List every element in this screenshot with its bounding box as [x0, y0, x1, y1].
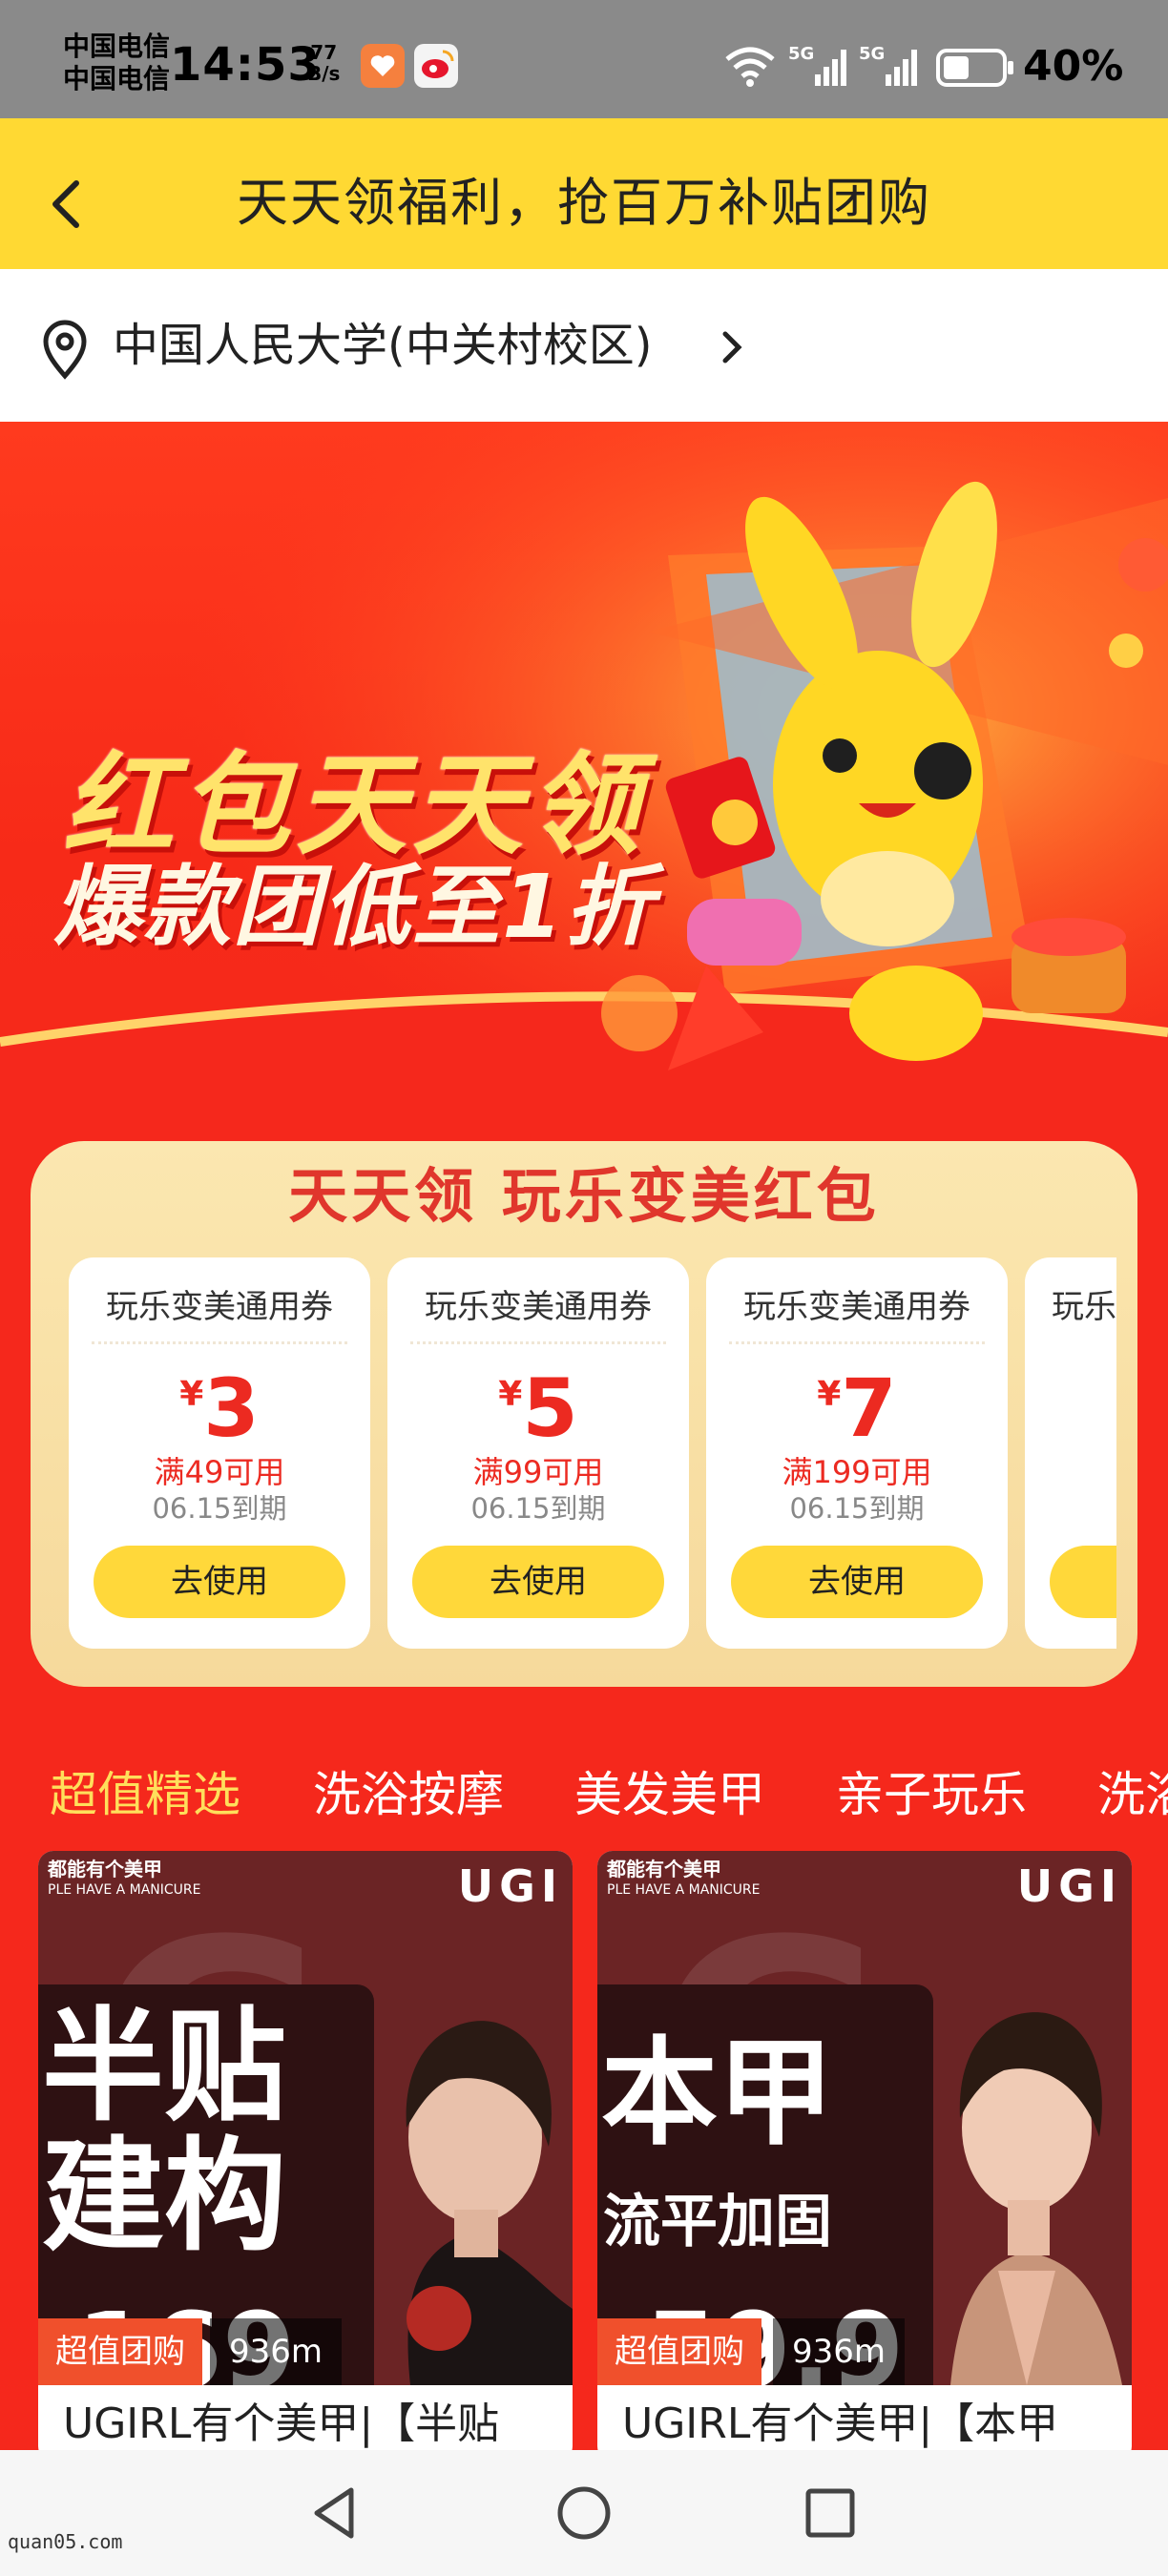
coupon-card[interactable]: 玩乐变美通用券 ¥5 满99可用 06.15到期 去使用 [387, 1257, 689, 1649]
tab-value-picks[interactable]: 超值精选 [50, 1761, 240, 1828]
coupon-card[interactable]: 玩乐变美通用券 ¥7 满199可用 06.15到期 去使用 [706, 1257, 1008, 1649]
product-image: G 都能有个美甲 PLE HAVE A MANICURE UGI 本甲 流平加固… [597, 1851, 1132, 2385]
coupon-card-partial[interactable]: 玩乐 [1025, 1257, 1116, 1649]
status-time: 14:53 [170, 38, 321, 92]
coupon-value: 3 [203, 1361, 260, 1455]
net-speed-value: 77 [310, 41, 338, 64]
poster-headline-2: 建构 [42, 2126, 287, 2268]
brand-tagline: 都能有个美甲 PLE HAVE A MANICURE [48, 1859, 201, 1901]
wifi-icon [725, 47, 775, 87]
svg-text:5G: 5G [859, 44, 885, 64]
coupon-card[interactable]: 玩乐变美通用券 ¥3 满49可用 06.15到期 去使用 [69, 1257, 370, 1649]
distance-label: 936m [773, 2318, 906, 2385]
coupon-expiry: 06.15到期 [152, 1492, 287, 1525]
coupon-amount: ¥5 [387, 1361, 689, 1456]
coupon-value: 7 [841, 1361, 897, 1455]
net-speed: 77 B/s [307, 42, 340, 84]
use-coupon-button[interactable]: 去使用 [731, 1546, 983, 1618]
deal-badge: 超值团购 [38, 2318, 202, 2385]
weibo-icon [414, 44, 458, 88]
coupon-divider [92, 1341, 347, 1344]
brand-tagline-cn: 都能有个美甲 [48, 1858, 162, 1880]
model-photo [406, 2021, 573, 2385]
currency-symbol: ¥ [179, 1375, 204, 1414]
product-card[interactable]: G 都能有个美甲 PLE HAVE A MANICURE UGI 半贴 建构 1… [38, 1851, 573, 2462]
hero-subheadline: 爆款团低至1折 [53, 856, 656, 958]
distance-label: 936m [210, 2318, 343, 2385]
site-watermark: quan05.com [8, 2530, 123, 2553]
net-speed-unit: B/s [307, 62, 341, 85]
poster-headline-1: 半贴 [42, 1996, 287, 2138]
coupon-name: 玩乐 [1052, 1288, 1116, 1326]
model-photo [950, 2012, 1122, 2385]
chevron-right-icon[interactable] [718, 326, 746, 368]
nav-home-icon[interactable] [555, 2484, 613, 2542]
brand-logo-text: UGI [1016, 1860, 1122, 1912]
brand-tagline-en: PLE HAVE A MANICURE [607, 1882, 761, 1898]
coupon-name: 玩乐变美通用券 [425, 1288, 652, 1326]
coupon-expiry: 06.15到期 [470, 1492, 606, 1525]
page-title: 天天领福利，抢百万补贴团购 [237, 173, 931, 233]
coupon-amount: ¥3 [69, 1361, 370, 1456]
coupon-divider [729, 1341, 985, 1344]
coupon-name: 玩乐变美通用券 [743, 1288, 970, 1326]
nav-recents-icon[interactable] [803, 2486, 857, 2540]
poster-subheadline: 流平加固 [603, 2189, 832, 2255]
battery-percent: 40% [1023, 42, 1124, 91]
app-notification-icon [361, 44, 405, 88]
coupon-name: 玩乐变美通用券 [106, 1288, 333, 1326]
deal-badge: 超值团购 [597, 2318, 761, 2385]
signal-5g-icon-2: 5G [859, 44, 917, 86]
coupon-divider [410, 1341, 666, 1344]
brand-logo-text: UGI [457, 1860, 563, 1912]
use-coupon-button[interactable]: 去使用 [412, 1546, 664, 1618]
tab-bath-partial[interactable]: 洗浴 [1097, 1761, 1168, 1828]
location-pin-icon [43, 320, 87, 380]
product-title: UGIRL有个美甲|【本甲 [622, 2399, 1059, 2448]
carrier-2: 中国电信 [63, 63, 171, 94]
battery-icon [936, 49, 1013, 87]
product-title: UGIRL有个美甲|【半贴 [63, 2399, 500, 2448]
coupon-panel-title: 天天领 玩乐变美红包 [288, 1161, 880, 1231]
brand-tagline-cn: 都能有个美甲 [607, 1858, 721, 1880]
currency-symbol: ¥ [817, 1375, 842, 1414]
poster-headline: 本甲 [601, 2025, 834, 2161]
tab-hair-nails[interactable]: 美发美甲 [574, 1761, 765, 1828]
nav-back-icon[interactable] [305, 2483, 363, 2544]
coupon-amount: ¥7 [706, 1361, 1008, 1456]
product-card[interactable]: G 都能有个美甲 PLE HAVE A MANICURE UGI 本甲 流平加固… [597, 1851, 1132, 2462]
carrier-1: 中国电信 [63, 31, 171, 62]
location-name[interactable]: 中国人民大学(中关村校区) [113, 315, 652, 376]
svg-text:5G: 5G [788, 44, 814, 64]
brand-tagline-en: PLE HAVE A MANICURE [48, 1882, 201, 1898]
carrier-label: 中国电信 中国电信 [63, 31, 170, 95]
use-coupon-button[interactable]: 去使用 [94, 1546, 345, 1618]
coupon-value: 5 [522, 1361, 578, 1455]
product-image: G 都能有个美甲 PLE HAVE A MANICURE UGI 半贴 建构 1… [38, 1851, 573, 2385]
coupon-expiry: 06.15到期 [789, 1492, 925, 1525]
brand-tagline: 都能有个美甲 PLE HAVE A MANICURE [607, 1859, 761, 1901]
currency-symbol: ¥ [498, 1375, 523, 1414]
signal-5g-icon-1: 5G [788, 44, 846, 86]
tab-kids-play[interactable]: 亲子玩乐 [836, 1761, 1027, 1828]
tab-bath-massage[interactable]: 洗浴按摩 [313, 1761, 504, 1828]
use-coupon-button[interactable] [1050, 1546, 1116, 1618]
